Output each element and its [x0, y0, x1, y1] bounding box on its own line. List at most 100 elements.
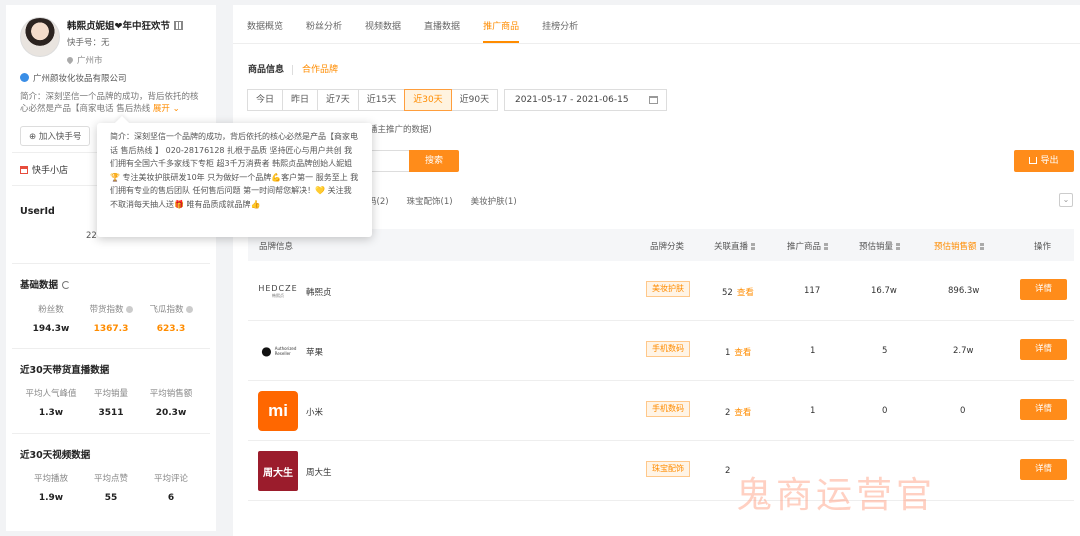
category-filter-beauty[interactable]: 美妆护肤(1): [471, 195, 517, 207]
live-count: 52 查看: [722, 286, 754, 298]
brand-name[interactable]: 小米: [306, 406, 323, 418]
live-count-value: 2: [725, 466, 731, 476]
refresh-icon[interactable]: [62, 281, 71, 289]
sort-icon[interactable]: [979, 243, 984, 250]
avatar[interactable]: [20, 17, 60, 57]
sort-icon[interactable]: [824, 243, 829, 250]
detail-button[interactable]: 详情: [1020, 399, 1067, 420]
range-today[interactable]: 今日: [247, 89, 284, 111]
divider: [12, 348, 210, 349]
est-sales: 5: [882, 346, 888, 356]
tab-ranking[interactable]: 挂榜分析: [542, 15, 578, 43]
brand-logo: 周大生: [258, 451, 298, 491]
est-sales: 16.7w: [871, 286, 897, 296]
location-pin-icon: [65, 55, 75, 65]
add-kuaishou-label: 加入快手号: [38, 132, 82, 142]
stat-label: 平均销量: [93, 389, 128, 399]
product-count: 117: [804, 286, 821, 296]
subtab-product-info[interactable]: 商品信息: [248, 65, 284, 75]
range-15d[interactable]: 近15天: [357, 89, 406, 111]
table-row: ● Authorized Reseller 苹果 手机数码 1 查看 1 5 2.…: [248, 321, 1074, 381]
stat-avg-peak: 平均人气峰值 1.3w: [21, 387, 81, 418]
subtabs: 商品信息 合作品牌: [248, 62, 339, 75]
qrcode-icon[interactable]: [173, 21, 183, 30]
col-est-revenue-label: 预估销售额: [934, 242, 977, 252]
tab-fans[interactable]: 粉丝分析: [306, 15, 342, 43]
range-90d[interactable]: 近90天: [450, 89, 499, 111]
tabs-divider: [233, 43, 1080, 44]
live-count: 1 查看: [725, 346, 751, 358]
table-row: mi 小米 手机数码 2 查看 1 0 0 详情: [248, 381, 1074, 441]
data-note: 播主推广的数据): [369, 125, 432, 135]
live-count: 2: [725, 466, 730, 476]
product-count: 1: [810, 346, 816, 356]
watermark: 鬼商运营官: [736, 475, 937, 516]
kuaishou-id: 快手号：无: [67, 38, 110, 48]
help-icon[interactable]: [185, 306, 193, 313]
stat-value: 194.3w: [32, 324, 70, 334]
view-link[interactable]: 查看: [734, 408, 751, 418]
est-sales: 0: [882, 406, 888, 416]
detail-button[interactable]: 详情: [1020, 339, 1067, 360]
stat-feigua-index: 飞瓜指数 623.3: [141, 303, 201, 334]
col-products[interactable]: 推广商品: [787, 240, 829, 252]
view-link[interactable]: 查看: [737, 288, 754, 298]
col-related-live[interactable]: 关联直播: [714, 240, 756, 252]
export-icon: [1029, 157, 1038, 164]
detail-button[interactable]: 详情: [1020, 279, 1067, 300]
stat-label: 平均销售额: [149, 389, 193, 399]
export-button[interactable]: 导出: [1014, 150, 1074, 172]
stat-value: 1.9w: [38, 493, 64, 503]
search-button[interactable]: 搜索: [409, 150, 459, 172]
range-7d[interactable]: 近7天: [317, 89, 359, 111]
stat-label-text: 飞瓜指数: [149, 305, 184, 315]
store-label: 快手小店: [32, 166, 69, 176]
brand-logo-sub: 韩熙贞: [272, 292, 284, 298]
sort-icon[interactable]: [896, 243, 901, 250]
stat-label-text: 带货指数: [89, 305, 124, 315]
tab-promoted-products[interactable]: 推广商品: [483, 15, 520, 43]
est-revenue: 896.3w: [948, 286, 980, 296]
col-products-label: 推广商品: [787, 242, 822, 252]
verified-icon: [20, 73, 29, 82]
range-yesterday[interactable]: 昨日: [282, 89, 319, 111]
live-count-value: 1: [725, 348, 731, 358]
userid-value: 22: [86, 231, 97, 241]
range-30d[interactable]: 近30天: [404, 89, 452, 111]
detail-button[interactable]: 详情: [1020, 459, 1067, 480]
col-est-sales-label: 预估销量: [859, 242, 894, 252]
col-brand-category: 品牌分类: [650, 242, 685, 252]
chevron-down-icon[interactable]: ⌄: [1059, 193, 1073, 207]
store-link[interactable]: 快手小店: [20, 163, 68, 176]
brand-logo-text: mi: [268, 401, 288, 420]
calendar-icon[interactable]: [649, 96, 658, 104]
stat-avg-comment: 平均评论 6: [141, 472, 201, 503]
col-est-sales[interactable]: 预估销量: [859, 240, 901, 252]
col-est-revenue[interactable]: 预估销售额: [934, 240, 984, 252]
est-revenue: 2.7w: [953, 346, 974, 356]
add-kuaishou-button[interactable]: ⊕ 加入快手号: [20, 126, 91, 146]
divider: [12, 433, 210, 434]
expand-link[interactable]: 展开: [153, 104, 170, 114]
brand-name[interactable]: 周大生: [306, 466, 332, 478]
live-count: 2 查看: [725, 406, 751, 418]
sort-icon[interactable]: [751, 243, 756, 250]
chevron-down-icon[interactable]: ⌄: [170, 104, 180, 114]
est-revenue: 0: [960, 406, 966, 416]
brand-name[interactable]: 苹果: [306, 346, 323, 358]
store-icon: [20, 166, 28, 174]
stat-fans: 粉丝数 194.3w: [21, 303, 81, 334]
brand-name[interactable]: 韩熙贞: [306, 286, 332, 298]
stat-label: 飞瓜指数: [141, 303, 201, 315]
view-link[interactable]: 查看: [734, 348, 751, 358]
tab-video[interactable]: 视频数据: [365, 15, 401, 43]
tab-live[interactable]: 直播数据: [424, 15, 460, 43]
basic-data-title: 基础数据: [20, 277, 71, 291]
category-filter-jewelry[interactable]: 珠宝配饰(1): [407, 195, 453, 207]
date-range-picker[interactable]: 2021-05-17 - 2021-06-15: [504, 89, 667, 111]
tab-overview[interactable]: 数据概览: [247, 15, 283, 43]
location: 广州市: [65, 54, 103, 66]
help-icon[interactable]: [125, 306, 133, 313]
subtab-brands[interactable]: 合作品牌: [292, 65, 339, 75]
main-panel: 数据概览 粉丝分析 视频数据 直播数据 推广商品 挂榜分析 商品信息 合作品牌 今…: [233, 5, 1080, 536]
